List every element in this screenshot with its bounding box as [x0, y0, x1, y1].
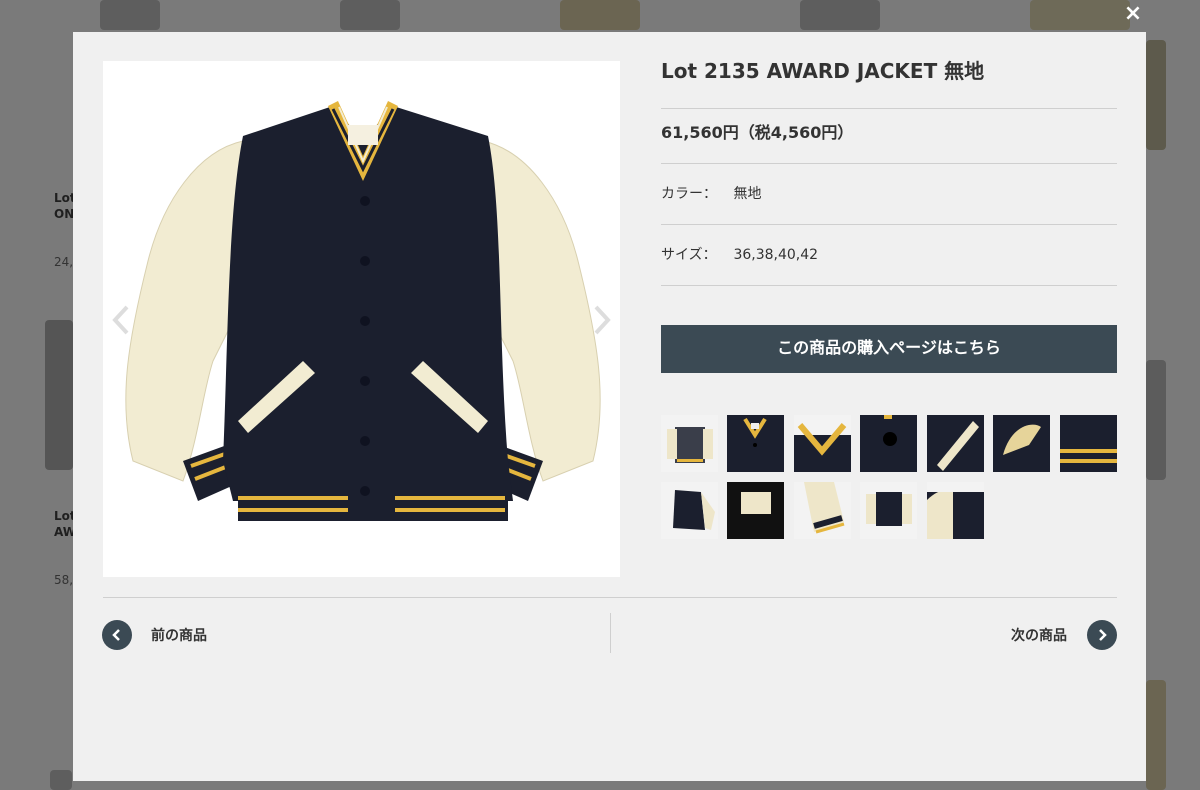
- size-value: 36,38,40,42: [733, 247, 819, 263]
- thumbnail-cuff[interactable]: [1060, 415, 1117, 472]
- product-title: Lot 2135 AWARD JACKET 無地: [661, 58, 1117, 109]
- image-prev-arrow-icon[interactable]: [109, 303, 133, 337]
- thumbnail-label[interactable]: [727, 482, 784, 539]
- next-product-label: 次の商品: [1011, 628, 1067, 644]
- background-product-image: [45, 320, 73, 470]
- background-product-image: [1146, 360, 1166, 480]
- background-product-image: [100, 0, 160, 30]
- product-modal: Lot 2135 AWARD JACKET 無地 61,560円（税4,560円…: [73, 32, 1146, 781]
- prev-product-link[interactable]: 前の商品: [102, 619, 207, 651]
- color-value: 無地: [733, 186, 762, 202]
- size-label: サイズ：: [661, 247, 717, 263]
- chevron-left-icon: [102, 620, 132, 650]
- product-price: 61,560円（税4,560円）: [661, 109, 1117, 164]
- background-product-image: [1146, 40, 1166, 150]
- color-row: カラー： 無地: [661, 164, 1117, 225]
- background-product-image: [560, 0, 640, 30]
- color-label: カラー：: [661, 186, 717, 202]
- buy-page-button[interactable]: この商品の購入ページはこちら: [661, 325, 1117, 373]
- thumbnail-front-jacket[interactable]: [661, 415, 718, 472]
- background-product-image: [340, 0, 400, 30]
- thumbnail-button[interactable]: [860, 415, 917, 472]
- thumbnail-pocket-open[interactable]: [993, 415, 1050, 472]
- product-info: Lot 2135 AWARD JACKET 無地 61,560円（税4,560円…: [661, 58, 1117, 286]
- prev-product-label: 前の商品: [151, 628, 207, 644]
- thumbnail-collar[interactable]: [727, 415, 784, 472]
- nav-divider: [610, 613, 611, 653]
- section-divider: [103, 597, 1117, 598]
- image-next-arrow-icon[interactable]: [590, 303, 614, 337]
- background-product-price: 58,: [54, 573, 74, 587]
- background-product-image: [1146, 680, 1166, 790]
- thumbnail-back-jacket[interactable]: [860, 482, 917, 539]
- thumbnail-side-jacket[interactable]: [661, 482, 718, 539]
- close-icon[interactable]: ×: [1122, 3, 1144, 25]
- thumbnail-collar-closeup[interactable]: [794, 415, 851, 472]
- main-product-image: [103, 61, 620, 577]
- chevron-right-icon: [1087, 620, 1117, 650]
- jacket-image: [125, 101, 601, 521]
- background-product-image: [800, 0, 880, 30]
- next-product-link[interactable]: 次の商品: [1011, 619, 1117, 651]
- thumbnail-pocket[interactable]: [927, 415, 984, 472]
- thumbnail-shoulder[interactable]: [927, 482, 984, 539]
- thumbnail-sleeve[interactable]: [794, 482, 851, 539]
- background-product-image: [1030, 0, 1130, 30]
- background-product-price: 24,: [54, 255, 74, 269]
- size-row: サイズ： 36,38,40,42: [661, 225, 1117, 286]
- background-product-image: [50, 770, 72, 790]
